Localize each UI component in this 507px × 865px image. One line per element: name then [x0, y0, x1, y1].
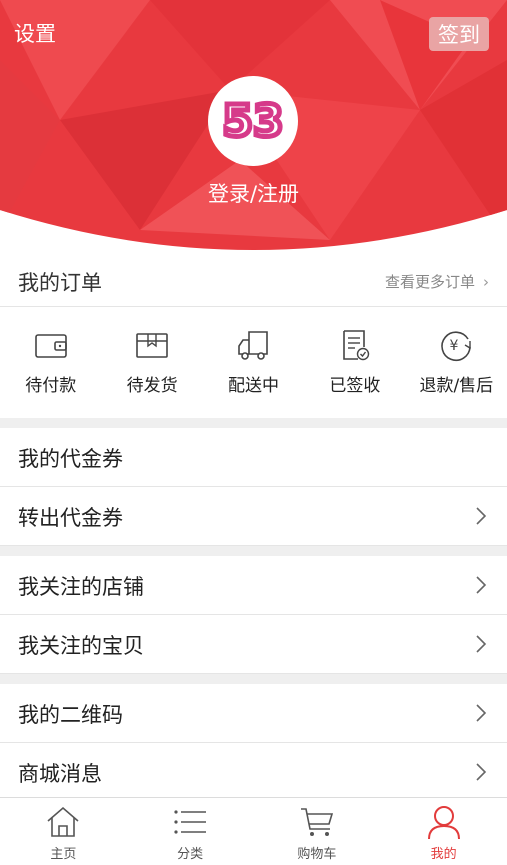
logo-53-icon: 53 [220, 94, 286, 150]
home-icon [47, 806, 79, 837]
menu-mall-messages[interactable]: 商城消息 [0, 743, 507, 802]
status-label: 退款/售后 [419, 376, 494, 396]
wallet-icon [34, 334, 67, 358]
menu-label: 我的代金券 [18, 447, 123, 471]
status-label: 待发货 [126, 376, 178, 396]
orders-title: 我的订单 [18, 271, 102, 295]
tab-label: 购物车 [297, 847, 337, 862]
chevron-right-icon [476, 507, 487, 525]
yen-refund-icon: ¥ [441, 331, 472, 362]
menu-label: 商城消息 [18, 762, 102, 786]
chevron-right-icon [476, 763, 487, 781]
tab-home[interactable]: 主页 [0, 798, 127, 865]
section-divider [0, 674, 507, 684]
status-label: 待付款 [25, 376, 77, 396]
svg-text:¥: ¥ [450, 338, 459, 354]
bottom-tab-bar: 主页 分类 购物车 我的 [0, 797, 507, 865]
profile-header: 设置 签到 53 登录/注册 [0, 0, 507, 265]
list-icon [174, 810, 207, 834]
section-divider [0, 418, 507, 428]
menu-label: 我关注的店铺 [18, 575, 144, 599]
user-icon [427, 806, 460, 840]
chevron-right-icon [476, 704, 487, 722]
chevron-right-icon: › [483, 273, 489, 291]
chevron-right-icon [476, 635, 487, 653]
status-label: 已签收 [329, 376, 381, 396]
tab-category[interactable]: 分类 [127, 798, 254, 865]
menu-followed-items[interactable]: 我关注的宝贝 [0, 615, 507, 674]
status-label: 配送中 [228, 376, 280, 396]
section-divider [0, 546, 507, 556]
menu-transfer-vouchers[interactable]: 转出代金券 [0, 487, 507, 546]
chevron-right-icon [476, 576, 487, 594]
menu-followed-shops[interactable]: 我关注的店铺 [0, 556, 507, 615]
tab-mine[interactable]: 我的 [380, 798, 507, 865]
menu-label: 转出代金券 [18, 506, 123, 530]
menu-my-vouchers[interactable]: 我的代金券 [0, 428, 507, 487]
menu-label: 我的二维码 [18, 703, 123, 727]
status-pending-payment[interactable]: 待付款 [0, 307, 101, 418]
orders-header: 我的订单 查看更多订单 › [0, 252, 507, 307]
view-more-orders-label: 查看更多订单 [384, 273, 475, 291]
status-pending-shipment[interactable]: 待发货 [101, 307, 202, 418]
tab-label: 我的 [430, 847, 457, 862]
status-in-delivery[interactable]: 配送中 [203, 307, 304, 418]
signed-document-icon [343, 330, 370, 361]
tab-cart[interactable]: 购物车 [254, 798, 381, 865]
settings-button[interactable]: 设置 [14, 18, 56, 48]
package-icon [136, 333, 168, 358]
status-signed[interactable]: 已签收 [304, 307, 405, 418]
truck-icon [237, 331, 268, 360]
menu-my-qr-code[interactable]: 我的二维码 [0, 684, 507, 743]
checkin-button[interactable]: 签到 [429, 17, 489, 51]
view-more-orders-link[interactable]: 查看更多订单 › [385, 271, 489, 292]
status-refund-aftersale[interactable]: ¥ 退款/售后 [406, 307, 507, 418]
logo-text: 53 [222, 96, 283, 147]
avatar[interactable]: 53 [208, 76, 298, 166]
cart-icon [300, 808, 333, 836]
order-status-row: 待付款 待发货 配送中 已签收 ¥ 退款/售后 [0, 307, 507, 418]
login-register-link[interactable]: 登录/注册 [0, 178, 507, 208]
tab-label: 分类 [177, 847, 204, 862]
menu-label: 我关注的宝贝 [18, 634, 144, 658]
tab-label: 主页 [50, 847, 77, 862]
